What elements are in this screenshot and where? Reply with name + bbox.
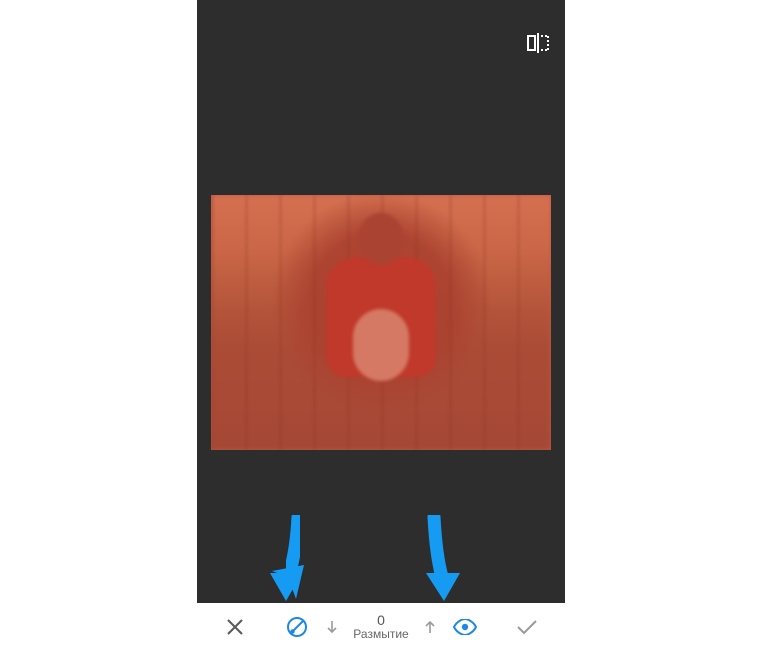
arrow-up-icon [423, 620, 437, 634]
brush-icon [286, 616, 308, 638]
adjust-value: 0 [377, 613, 385, 627]
close-icon [225, 617, 245, 637]
cancel-button[interactable] [215, 603, 255, 650]
brush-tool-button[interactable] [277, 603, 317, 650]
editor-canvas-area [197, 0, 565, 603]
value-adjuster: 0 Размытие [317, 603, 445, 650]
increase-button[interactable] [419, 616, 441, 638]
compare-icon [527, 33, 549, 53]
adjust-label: Размытие [353, 628, 408, 640]
decrease-button[interactable] [321, 616, 343, 638]
arrow-down-icon [325, 620, 339, 634]
bottom-toolbar: 0 Размытие [197, 603, 565, 650]
editor-screen: 0 Размытие [197, 0, 565, 650]
eye-icon [453, 619, 477, 635]
check-icon [516, 619, 538, 635]
preview-mask-button[interactable] [445, 603, 485, 650]
selection-mask-overlay [211, 195, 551, 450]
confirm-button[interactable] [507, 603, 547, 650]
compare-button[interactable] [523, 28, 553, 58]
image-canvas[interactable] [211, 195, 551, 450]
